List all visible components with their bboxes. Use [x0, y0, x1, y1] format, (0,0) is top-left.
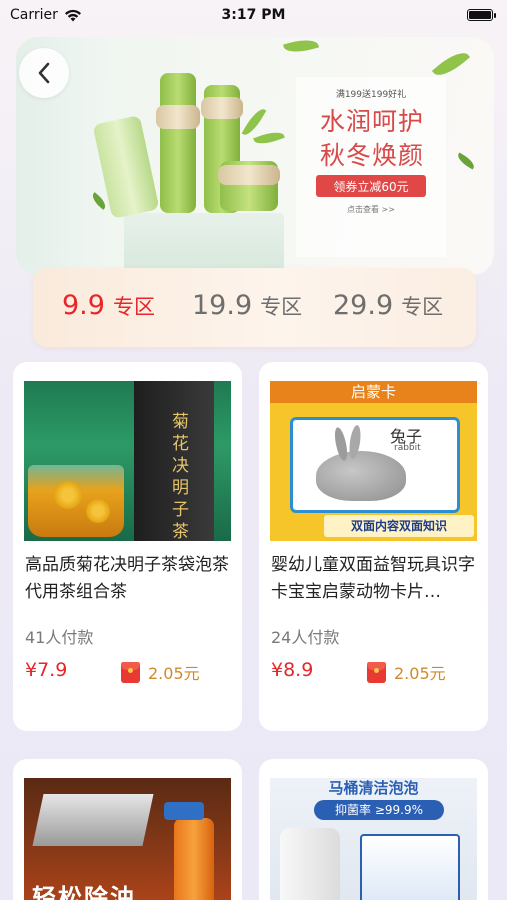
product-podium [124, 213, 284, 275]
sold-count: 41人付款 [25, 628, 94, 647]
product-box [360, 834, 460, 900]
image-header: 马桶清洁泡泡 [328, 779, 419, 797]
bonus-tag: 2.05元 [121, 660, 200, 684]
product-card[interactable]: 轻松除油 [13, 759, 242, 900]
promo-banner[interactable]: 满199送199好礼 水润呵护 秋冬焕颜 领券立减60元 点击查看 >> [16, 37, 494, 275]
chevron-left-icon [38, 62, 50, 84]
bonus-amount: 2.05元 [394, 664, 446, 683]
zone-price: 9.9 [62, 290, 105, 321]
leaf-decoration [283, 37, 319, 57]
promo-subtitle: 满199送199好礼 [335, 90, 407, 100]
bottle-cap [156, 105, 200, 129]
range-hood [32, 794, 154, 846]
zone-suffix: 专区 [401, 295, 444, 319]
wifi-icon [64, 9, 81, 21]
leaf-decoration [455, 152, 477, 170]
serum-bottle [160, 73, 196, 213]
bonus-amount: 2.05元 [148, 664, 200, 683]
product-card[interactable]: 马桶清洁泡泡 抑菌率 ≥99.9% [259, 759, 488, 900]
price-zone-tabs: 9.9 专区 19.9 专区 29.9 专区 [33, 268, 476, 347]
promo-link: 点击查看 >> [347, 205, 395, 214]
rabbit-figure [316, 451, 406, 501]
jar-lid [218, 165, 280, 185]
bonus-tag: 2.05元 [367, 660, 446, 684]
spray-bottle [174, 818, 214, 900]
leaf-decoration [241, 105, 267, 139]
image-header: 启蒙卡 [270, 381, 477, 403]
leaf-decoration [253, 128, 285, 148]
image-banner: 双面内容双面知识 [324, 515, 474, 537]
product-image: 轻松除油 [24, 778, 231, 900]
zone-suffix: 专区 [260, 295, 303, 319]
product-title: 高品质菊花决明子茶袋泡茶代用茶组合茶 [25, 555, 229, 602]
battery-icon [467, 9, 496, 21]
flower-decoration [54, 481, 82, 509]
product-image: 启蒙卡 兔子 rabbit 双面内容双面知识 [270, 381, 477, 541]
product-price: ¥7.9 [25, 659, 68, 681]
tab-zone-19-9[interactable]: 19.9 专区 [192, 290, 302, 321]
card-word-en: rabbit [394, 443, 421, 453]
carrier-label: Carrier [10, 7, 58, 23]
product-card[interactable]: 菊花决明子茶 高品质菊花决明子茶袋泡茶代用茶组合茶 41人付款 ¥7.9 2.0… [13, 362, 242, 731]
toilet-figure [280, 828, 340, 900]
red-packet-icon [367, 661, 386, 683]
sold-count: 24人付款 [271, 628, 340, 647]
promo-title-line1: 水润呵护 [319, 107, 424, 136]
back-button[interactable] [19, 48, 69, 98]
zone-price: 29.9 [333, 290, 394, 321]
flower-decoration [86, 499, 110, 523]
product-title: 婴幼儿童双面益智玩具识字卡宝宝启蒙动物卡片… [271, 555, 475, 602]
red-packet-icon [121, 661, 140, 683]
image-slogan: 轻松除油 [32, 884, 136, 900]
zone-suffix: 专区 [112, 295, 155, 319]
tab-zone-9-9[interactable]: 9.9 专区 [62, 290, 155, 321]
tea-box-label: 菊花决明子茶 [172, 412, 189, 541]
product-image: 马桶清洁泡泡 抑菌率 ≥99.9% [270, 778, 477, 900]
image-banner: 抑菌率 ≥99.9% [314, 800, 444, 820]
bottle-cap [201, 97, 243, 119]
coupon-label: 领券立减60元 [316, 175, 426, 197]
product-image: 菊花决明子茶 [24, 381, 231, 541]
product-card[interactable]: 启蒙卡 兔子 rabbit 双面内容双面知识 婴幼儿童双面益智玩具识字卡宝宝启蒙… [259, 362, 488, 731]
status-bar: Carrier 3:17 PM [0, 0, 507, 30]
zone-price: 19.9 [192, 290, 253, 321]
tab-zone-29-9[interactable]: 29.9 专区 [333, 290, 443, 321]
promo-title-line2: 秋冬焕颜 [319, 141, 424, 170]
spray-nozzle [164, 802, 204, 820]
product-price: ¥8.9 [271, 659, 314, 681]
